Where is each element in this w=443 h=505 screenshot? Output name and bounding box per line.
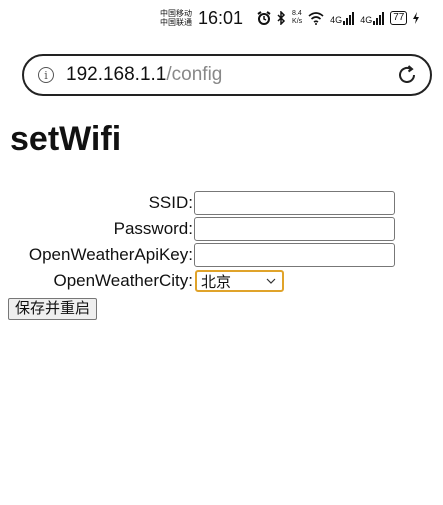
ssid-input[interactable] bbox=[194, 191, 395, 215]
signal-1-type: 4G bbox=[330, 14, 343, 25]
signal-2-type: 4G bbox=[360, 14, 373, 25]
page-title: setWifi bbox=[10, 120, 122, 158]
apikey-label: OpenWeatherApiKey: bbox=[28, 245, 193, 264]
city-label: OpenWeatherCity: bbox=[53, 271, 193, 290]
battery-level: 77 bbox=[393, 12, 405, 23]
save-restart-button[interactable]: 保存并重启 bbox=[8, 298, 98, 320]
signal-1: 4G bbox=[330, 11, 355, 25]
password-input[interactable] bbox=[194, 217, 395, 241]
phone-screen: 中国移动 中国联通 16:01 8.4 K/s 4G 4G 77 i 192.1… bbox=[0, 0, 443, 505]
bluetooth-icon bbox=[277, 11, 286, 25]
speed-unit: K/s bbox=[292, 18, 303, 25]
url-text[interactable]: 192.168.1.1/config bbox=[66, 64, 394, 86]
chevron-down-icon bbox=[266, 278, 276, 284]
address-bar[interactable]: i 192.168.1.1/config bbox=[22, 54, 432, 96]
city-select[interactable]: 北京 bbox=[195, 270, 284, 292]
password-row: Password: bbox=[0, 216, 443, 242]
signal-2: 4G bbox=[360, 11, 385, 25]
ssid-row: SSID: bbox=[0, 190, 443, 216]
alarm-icon bbox=[257, 11, 271, 25]
network-speed: 8.4 K/s bbox=[292, 10, 302, 26]
city-selected-value: 北京 bbox=[201, 273, 232, 291]
speed-value: 8.4 bbox=[292, 10, 302, 17]
signal-bars-icon bbox=[343, 11, 355, 25]
carrier-2: 中国联通 bbox=[160, 18, 192, 27]
city-row: OpenWeatherCity: 北京 bbox=[0, 268, 443, 294]
info-icon[interactable]: i bbox=[38, 67, 54, 83]
battery-icon: 77 bbox=[390, 11, 408, 25]
wifi-icon bbox=[308, 11, 324, 25]
carrier-1: 中国移动 bbox=[160, 9, 192, 18]
reload-icon[interactable] bbox=[394, 62, 420, 88]
password-label: Password: bbox=[113, 219, 193, 238]
carrier-labels: 中国移动 中国联通 bbox=[160, 9, 192, 27]
config-form: SSID: Password: OpenWeatherApiKey: OpenW… bbox=[0, 190, 443, 320]
apikey-row: OpenWeatherApiKey: bbox=[0, 242, 443, 268]
url-path: /config bbox=[166, 64, 223, 85]
status-bar: 中国移动 中国联通 16:01 8.4 K/s 4G 4G 77 bbox=[160, 6, 435, 30]
signal-bars-icon bbox=[373, 11, 385, 25]
charging-icon bbox=[413, 12, 420, 24]
apikey-input[interactable] bbox=[194, 243, 395, 267]
ssid-label: SSID: bbox=[148, 193, 193, 212]
url-host: 192.168.1.1 bbox=[66, 64, 167, 85]
clock: 16:01 bbox=[198, 7, 244, 28]
